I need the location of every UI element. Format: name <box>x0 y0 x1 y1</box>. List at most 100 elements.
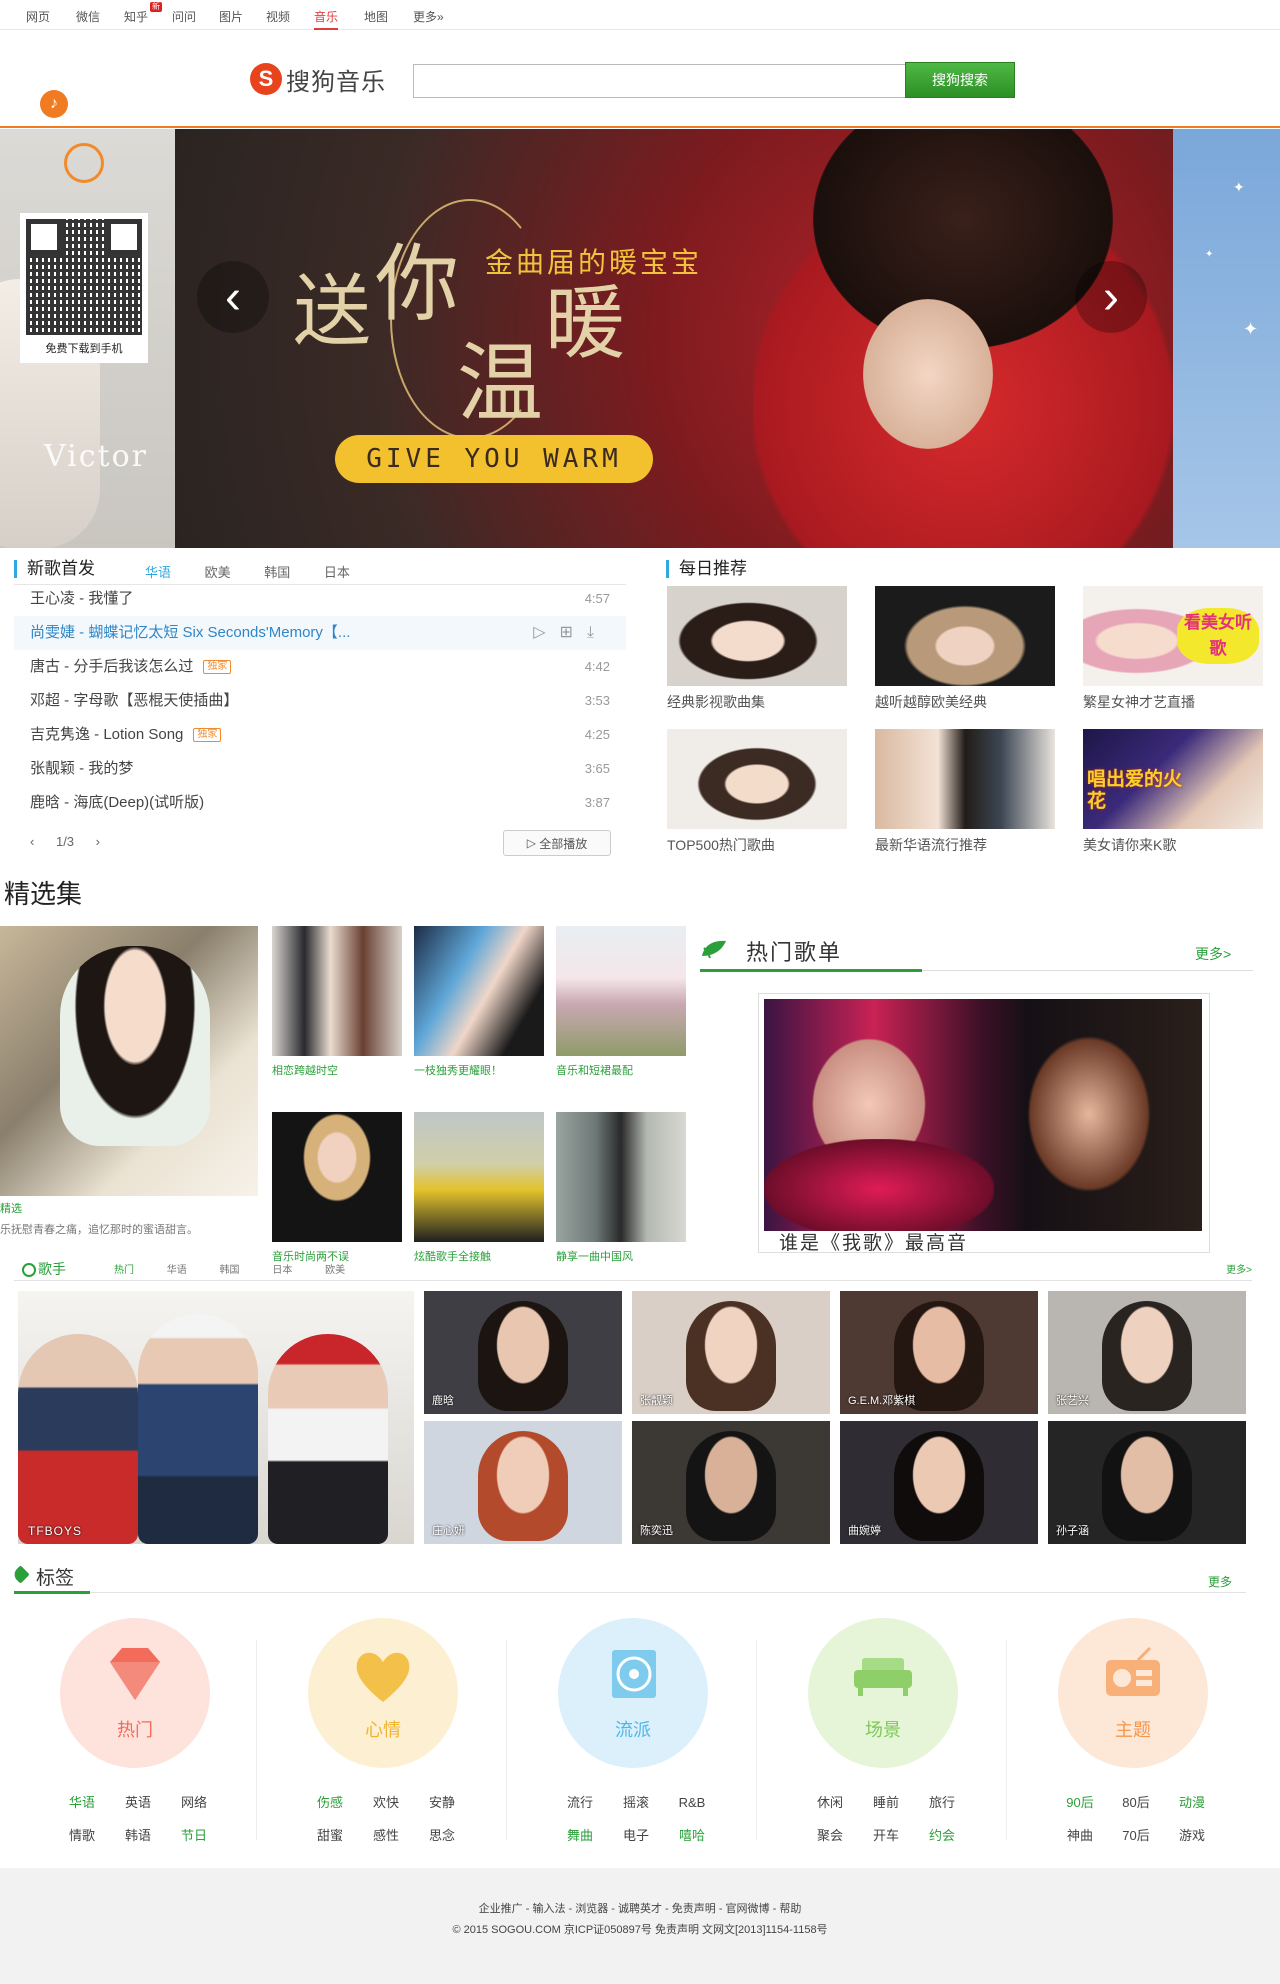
tag-link[interactable]: 动漫 <box>1164 1786 1220 1819</box>
tag-link[interactable]: 节日 <box>166 1819 222 1852</box>
tab-japanese[interactable]: 日本 <box>324 565 350 580</box>
tag-circle-theme[interactable]: 主题 <box>1058 1618 1208 1768</box>
tag-link[interactable]: 70后 <box>1108 1819 1164 1852</box>
play-icon[interactable]: ▷ <box>533 624 559 641</box>
singer-featured[interactable]: TFBOYS <box>18 1291 414 1544</box>
tab-korean[interactable]: 韩国 <box>264 565 290 580</box>
music-note-icon[interactable]: ♪ <box>40 90 68 118</box>
nav-web[interactable]: 网页 <box>26 8 50 25</box>
song-row[interactable]: 唐古 - 分手后我该怎么过 独家 4:42 <box>14 650 626 684</box>
add-to-list-icon[interactable]: ⊞ <box>560 624 587 641</box>
tag-link[interactable]: 游戏 <box>1164 1819 1220 1852</box>
nav-music[interactable]: 音乐 <box>314 8 339 30</box>
nav-video[interactable]: 视频 <box>266 8 290 25</box>
tag-link[interactable]: 欢快 <box>358 1786 414 1819</box>
song-row[interactable]: 吉克隽逸 - Lotion Song 独家 4:25 <box>14 718 626 752</box>
tag-link[interactable]: 流行 <box>552 1786 608 1819</box>
jingxuan-card[interactable]: 相恋跨越时空 <box>272 926 402 1078</box>
tab-western[interactable]: 欧美 <box>205 565 231 580</box>
tag-link[interactable]: 睡前 <box>858 1786 914 1819</box>
tag-link[interactable]: 英语 <box>110 1786 166 1819</box>
search-button[interactable]: 搜狗搜索 <box>905 62 1015 98</box>
tag-link[interactable]: 80后 <box>1108 1786 1164 1819</box>
tag-link[interactable]: 伤感 <box>302 1786 358 1819</box>
tag-link[interactable]: 舞曲 <box>552 1819 608 1852</box>
tag-link[interactable]: 摇滚 <box>608 1786 664 1819</box>
tag-link[interactable]: 感性 <box>358 1819 414 1852</box>
singer-card[interactable]: 陈奕迅 <box>632 1421 830 1544</box>
daily-card[interactable]: 经典影视歌曲集 <box>667 586 847 712</box>
jingxuan-featured-caption[interactable]: 精选 <box>0 1200 22 1216</box>
daily-card[interactable]: 看美女听歌 繁星女神才艺直播 <box>1083 586 1263 712</box>
tag-link[interactable]: 休闲 <box>802 1786 858 1819</box>
singer-card[interactable]: 庄心妍 <box>424 1421 622 1544</box>
tab-chinese[interactable]: 华语 <box>145 565 171 580</box>
singer-card[interactable]: G.E.M.邓紫棋 <box>840 1291 1038 1414</box>
singer-tab-western[interactable]: 欧美 <box>325 1265 345 1276</box>
jingxuan-card[interactable]: 炫酷歌手全接触 <box>414 1112 544 1264</box>
singer-tab-japanese[interactable]: 日本 <box>272 1265 292 1276</box>
singer-card[interactable]: 张艺兴 <box>1048 1291 1246 1414</box>
tag-link[interactable]: 开车 <box>858 1819 914 1852</box>
singer-tab-hot[interactable]: 热门 <box>114 1265 134 1276</box>
tag-link[interactable]: 神曲 <box>1052 1819 1108 1852</box>
banner-carousel[interactable]: Victor 免费下载到手机 送 你 温 暖 金曲届的暖宝宝 GIVE YOU … <box>0 129 1280 548</box>
singer-tab-korean[interactable]: 韩国 <box>220 1265 240 1276</box>
tag-link[interactable]: 聚会 <box>802 1819 858 1852</box>
play-all-button[interactable]: ▷ 全部播放 <box>503 830 611 856</box>
tag-circle-scene[interactable]: 场景 <box>808 1618 958 1768</box>
banner-right-panel[interactable]: ✦ ✦ ✦ <box>1173 129 1280 548</box>
nav-zhihu[interactable]: 知乎新 <box>124 2 162 25</box>
tag-link[interactable]: 电子 <box>608 1819 664 1852</box>
tag-link[interactable]: 情歌 <box>54 1819 110 1852</box>
singer-card[interactable]: 孙子涵 <box>1048 1421 1246 1544</box>
tag-link[interactable]: 90后 <box>1052 1786 1108 1819</box>
tag-circle-genre[interactable]: 流派 <box>558 1618 708 1768</box>
tag-link[interactable]: 思念 <box>414 1819 470 1852</box>
tag-link[interactable]: 华语 <box>54 1786 110 1819</box>
daily-card[interactable]: TOP500热门歌曲 <box>667 729 847 855</box>
tag-circle-hot[interactable]: 热门 <box>60 1618 210 1768</box>
jingxuan-featured[interactable] <box>0 926 258 1196</box>
hot-playlist-card[interactable]: 谁是《我歌》最高音 <box>758 993 1210 1254</box>
nav-images[interactable]: 图片 <box>219 8 243 25</box>
tag-link[interactable]: 旅行 <box>914 1786 970 1819</box>
tag-link[interactable]: 嘻哈 <box>664 1819 720 1852</box>
next-page-button[interactable]: › <box>96 834 100 849</box>
banner-cta-button[interactable]: GIVE YOU WARM <box>335 435 653 483</box>
daily-card[interactable]: 唱出爱的火花 美女请你来K歌 <box>1083 729 1263 855</box>
singer-tab-chinese[interactable]: 华语 <box>167 1265 187 1276</box>
banner-main-slide[interactable]: 送 你 温 暖 金曲届的暖宝宝 GIVE YOU WARM ‹ › <box>175 129 1173 548</box>
banner-next-arrow[interactable]: › <box>1075 261 1147 333</box>
singer-card[interactable]: 曲婉婷 <box>840 1421 1038 1544</box>
prev-page-button[interactable]: ‹ <box>30 834 34 849</box>
tag-link[interactable]: 甜蜜 <box>302 1819 358 1852</box>
daily-card[interactable]: 最新华语流行推荐 <box>875 729 1055 855</box>
jingxuan-card[interactable]: 音乐时尚两不误 <box>272 1112 402 1264</box>
tags-more-link[interactable]: 更多 <box>1208 1573 1232 1590</box>
singer-card[interactable]: 张靓颖 <box>632 1291 830 1414</box>
daily-card[interactable]: 越听越醇欧美经典 <box>875 586 1055 712</box>
sogou-music-logo[interactable]: S 搜狗音乐 <box>250 62 386 96</box>
tag-link[interactable]: 约会 <box>914 1819 970 1852</box>
tag-circle-mood[interactable]: 心情 <box>308 1618 458 1768</box>
download-icon[interactable]: ⤓ <box>587 624 608 641</box>
singers-more-link[interactable]: 更多> <box>1226 1261 1252 1276</box>
tag-link[interactable]: R&B <box>664 1786 720 1819</box>
nav-weixin[interactable]: 微信 <box>76 8 100 25</box>
tag-link[interactable]: 网络 <box>166 1786 222 1819</box>
nav-map[interactable]: 地图 <box>364 8 388 25</box>
song-row[interactable]: 鹿晗 - 海底(Deep)(试听版) 3:87 <box>14 786 626 820</box>
jingxuan-card[interactable]: 一枝独秀更耀眼！ <box>414 926 544 1078</box>
hot-playlist-more-link[interactable]: 更多> <box>1195 944 1231 964</box>
banner-prev-arrow[interactable]: ‹ <box>197 261 269 333</box>
song-row[interactable]: 邓超 - 字母歌【恶棍天使插曲】 3:53 <box>14 684 626 718</box>
song-row[interactable]: 尚雯婕 - 蝴蝶记忆太短 Six Seconds'Memory【... ▷⊞⤓ <box>14 616 626 650</box>
jingxuan-card[interactable]: 静享一曲中国风 <box>556 1112 686 1264</box>
song-row[interactable]: 王心凌 - 我懂了 4:57 <box>14 582 626 616</box>
footer-links[interactable]: 企业推广 - 输入法 - 浏览器 - 诚聘英才 - 免责声明 - 官网微博 - … <box>0 1900 1280 1916</box>
search-input[interactable] <box>413 64 906 98</box>
singer-card[interactable]: 鹿晗 <box>424 1291 622 1414</box>
song-row[interactable]: 张靓颖 - 我的梦 3:65 <box>14 752 626 786</box>
tag-link[interactable]: 韩语 <box>110 1819 166 1852</box>
